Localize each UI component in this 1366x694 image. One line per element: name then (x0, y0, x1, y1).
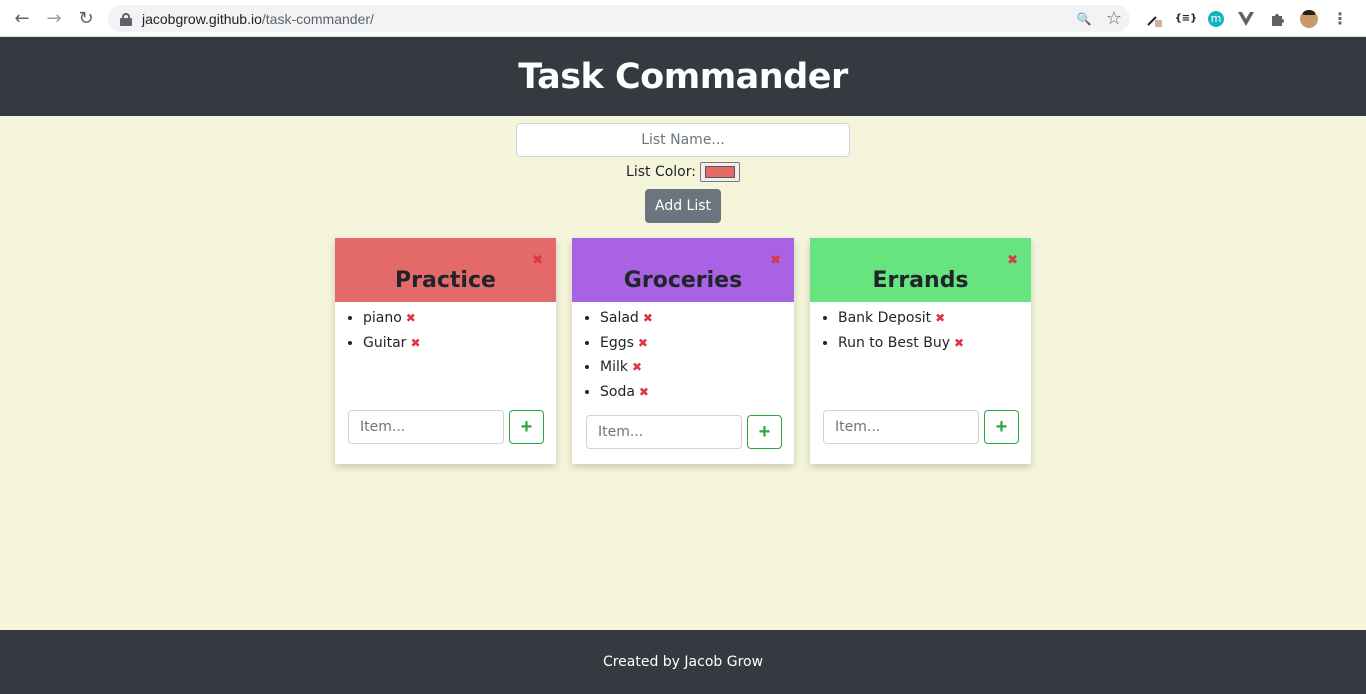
new-item-input[interactable] (348, 410, 504, 444)
list-card: Errands✖Bank Deposit✖Run to Best Buy✖+ (810, 238, 1031, 464)
list-item-text: piano (363, 310, 402, 326)
list-item: Eggs ✖ (600, 331, 794, 356)
list-item-text: Guitar (363, 334, 407, 351)
new-item-input[interactable] (586, 415, 742, 449)
list-color-picker[interactable] (699, 162, 740, 182)
add-item-button[interactable]: + (509, 410, 544, 444)
browser-toolbar: ← → ↻ jacobgrow.github.io/task-commander… (0, 0, 1366, 37)
delete-item-icon[interactable]: ✖ (406, 311, 416, 325)
lock-icon[interactable] (120, 12, 132, 26)
list-item: Soda ✖ (600, 380, 794, 405)
list-title: Groceries (623, 268, 743, 293)
address-bar[interactable]: jacobgrow.github.io/task-commander/ 🔍 ☆ (108, 5, 1130, 32)
list-color-swatch (704, 166, 735, 178)
footer-credit: Created by Jacob Grow (602, 654, 764, 670)
task-list: Bank Deposit✖Run to Best Buy✖ (810, 306, 1031, 355)
page-title: Task Commander (518, 56, 848, 97)
add-item-row: + (823, 410, 1019, 444)
list-item-text: Milk (600, 359, 628, 376)
code-extension-icon[interactable]: {≡} (1175, 9, 1198, 29)
vue-extension-icon[interactable] (1236, 9, 1256, 29)
url-path: /task-commander/ (261, 10, 374, 27)
list-card: Groceries ✖ Salad ✖ Eggs ✖ Milk ✖ Soda ✖ + (572, 238, 794, 464)
m-extension-icon[interactable]: m (1208, 10, 1224, 27)
zoom-icon[interactable]: 🔍 (1077, 12, 1092, 26)
list-color-row: List Color: (0, 161, 1366, 183)
list-item: Salad ✖ (600, 306, 794, 331)
list-item-text: Eggs (600, 334, 634, 351)
list-item-text: Bank Deposit (838, 310, 932, 326)
list-item: Guitar✖ (363, 331, 556, 356)
bookmark-star-icon[interactable]: ☆ (1106, 8, 1122, 29)
delete-item-icon[interactable]: ✖ (643, 311, 653, 325)
list-item-text: Salad (600, 310, 639, 326)
list-card: Practice✖piano✖Guitar✖+ (335, 238, 556, 464)
list-item-text: Run to Best Buy (838, 334, 951, 351)
delete-item-icon[interactable]: ✖ (954, 336, 964, 350)
delete-item-icon[interactable]: ✖ (639, 385, 649, 399)
add-item-button[interactable]: + (747, 415, 782, 449)
site-footer: Created by Jacob Grow (0, 630, 1366, 694)
task-list: Salad ✖ Eggs ✖ Milk ✖ Soda ✖ (572, 306, 794, 404)
add-item-row: + (586, 415, 782, 449)
url-host: jacobgrow.github.io (142, 10, 262, 27)
list-item: piano ✖ (363, 306, 556, 331)
add-list-button[interactable]: Add List (645, 189, 721, 223)
puzzle-extensions-icon[interactable] (1268, 9, 1288, 29)
browser-menu-icon[interactable]: ⋮ (1330, 9, 1350, 29)
forward-icon[interactable]: → (38, 2, 70, 34)
back-icon[interactable]: ← (6, 2, 38, 34)
url-text[interactable]: jacobgrow.github.io/task-commander/ (142, 11, 374, 27)
list-title: Practice (395, 268, 496, 293)
delete-list-icon[interactable]: ✖ (1007, 253, 1018, 268)
delete-item-icon[interactable]: ✖ (935, 311, 945, 325)
list-item: Milk ✖ (600, 355, 794, 380)
list-card-header: Practice ✖ (335, 238, 556, 302)
list-card-header: Groceries ✖ (572, 238, 794, 302)
new-item-input[interactable] (823, 410, 979, 444)
add-item-row: + (348, 410, 544, 444)
reload-icon[interactable]: ↻ (70, 2, 102, 34)
add-item-button[interactable]: + (984, 410, 1019, 444)
list-name-input[interactable] (516, 123, 850, 157)
delete-item-icon[interactable]: ✖ (632, 360, 642, 374)
profile-avatar-icon[interactable] (1300, 9, 1318, 28)
list-item: Run to Best Buy✖ (838, 331, 1031, 356)
eyedropper-extension-icon[interactable] (1144, 9, 1164, 29)
list-item: Bank Deposit✖ (838, 306, 1031, 331)
task-list: piano✖Guitar✖ (335, 306, 556, 355)
list-color-label: List Color: (626, 164, 696, 180)
site-header: Task Commander (0, 37, 1366, 116)
list-title: Errands (872, 268, 969, 293)
list-item-text: Soda (600, 383, 635, 400)
list-card-header: Errands ✖ (810, 238, 1031, 302)
delete-list-icon[interactable]: ✖ (770, 253, 781, 268)
delete-item-icon[interactable]: ✖ (410, 336, 420, 350)
delete-item-icon[interactable]: ✖ (638, 336, 648, 350)
delete-list-icon[interactable]: ✖ (532, 253, 543, 268)
